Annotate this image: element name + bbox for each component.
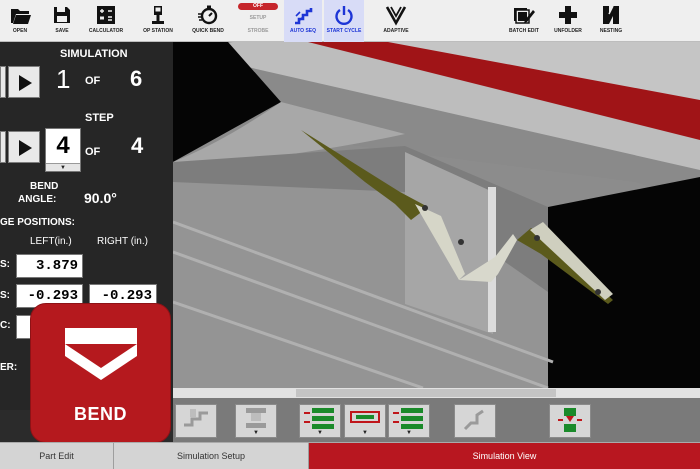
- bend-badge: BEND: [30, 303, 171, 443]
- power-icon: [335, 6, 353, 25]
- auto-seq-button[interactable]: AUTO SEQ: [284, 0, 322, 42]
- simulation-play-button[interactable]: [8, 66, 40, 98]
- left-header: LEFT(in.): [30, 236, 72, 247]
- gauge-step-button[interactable]: [175, 404, 217, 438]
- simulation-title: SIMULATION: [60, 48, 128, 60]
- sequence-list-alt-button[interactable]: ▼: [388, 404, 430, 438]
- view-tabs: Part Edit Simulation Setup Simulation Vi…: [0, 442, 700, 469]
- tab-simulation-setup[interactable]: Simulation Setup: [114, 443, 309, 469]
- auto-seq-label: AUTO SEQ: [289, 28, 317, 34]
- bend-logo-icon: [65, 328, 137, 380]
- simulation-total: 6: [130, 66, 143, 91]
- step-title: STEP: [85, 112, 114, 124]
- part-hole: [458, 239, 464, 245]
- adaptive-v-icon: [385, 6, 407, 26]
- batch-edit-button[interactable]: BATCH EDIT: [503, 0, 545, 42]
- part-hole: [595, 289, 601, 295]
- auto-sequence-stairs-icon: [295, 8, 313, 25]
- machine-view-button[interactable]: [549, 404, 591, 438]
- bend-app: OPEN SAVE CALCULATOR OP STATION QUICK BE…: [0, 0, 700, 469]
- view-toolbar: ▼ ▼ ▼ ▼: [173, 398, 700, 442]
- step-play-button[interactable]: [8, 131, 40, 163]
- scrollbar-thumb[interactable]: [296, 389, 556, 397]
- gauge-row-label: C:: [0, 320, 11, 331]
- dark-opening-right: [548, 177, 700, 388]
- chevron-down-icon[interactable]: ▼: [46, 163, 80, 171]
- step-total: 4: [131, 133, 144, 158]
- strobe-button[interactable]: OFF SETUP STROBE: [236, 0, 280, 42]
- calculator-button[interactable]: CALCULATOR: [84, 0, 128, 42]
- setup-label: SETUP: [249, 15, 267, 21]
- part-hole: [534, 235, 540, 241]
- adaptive-button[interactable]: ADAPTIVE: [374, 0, 418, 42]
- operator-station-icon: [152, 6, 164, 24]
- bend-angle-value: 90.0°: [84, 190, 117, 206]
- start-cycle-button[interactable]: START CYCLE: [324, 0, 364, 42]
- machine-view-icon: [558, 408, 582, 432]
- chevron-down-icon[interactable]: ▼: [362, 430, 368, 436]
- open-label: OPEN: [12, 28, 28, 34]
- gauge-row-label: S:: [0, 290, 10, 301]
- tool-layout-icon: [246, 408, 266, 428]
- chevron-down-icon[interactable]: ▼: [317, 430, 323, 436]
- unfolder-label: UNFOLDER: [554, 28, 582, 34]
- left-gauge-field[interactable]: 3.879: [16, 254, 83, 278]
- right-header: RIGHT (in.): [97, 236, 148, 247]
- simulation-viewport[interactable]: [173, 42, 700, 388]
- unfolder-cross-icon: [559, 6, 577, 24]
- chevron-down-icon[interactable]: ▼: [253, 430, 259, 436]
- partial-label: ER:: [0, 362, 18, 373]
- chevron-down-icon[interactable]: ▼: [406, 430, 412, 436]
- strobe-toggle[interactable]: OFF: [238, 3, 278, 10]
- nesting-label: NESTING: [599, 28, 623, 34]
- save-button[interactable]: SAVE: [43, 0, 81, 42]
- tab-part-edit[interactable]: Part Edit: [0, 443, 114, 469]
- bend-angle-label-1: BEND: [30, 181, 59, 192]
- simulation-prev-button[interactable]: [0, 66, 6, 98]
- floppy-disk-icon: [54, 7, 70, 23]
- gauge-positions-title: GE POSITIONS:: [0, 217, 76, 228]
- adaptive-label: ADAPTIVE: [383, 28, 409, 34]
- sequence-list-icon: [393, 408, 423, 429]
- bend-preview-button[interactable]: [454, 404, 496, 438]
- bend-angle-label-2: ANGLE:: [18, 194, 57, 205]
- horizontal-scrollbar[interactable]: [173, 388, 700, 398]
- save-label: SAVE: [55, 28, 69, 34]
- gauge-row-label: S:: [0, 259, 10, 270]
- sequence-list-icon: [304, 408, 334, 429]
- tool-station-icon: [350, 411, 380, 423]
- start-cycle-label: START CYCLE: [326, 28, 362, 34]
- badge-label: BEND: [73, 404, 127, 424]
- batch-edit-label: BATCH EDIT: [509, 28, 539, 34]
- sequence-list-button[interactable]: ▼: [299, 404, 341, 438]
- part-hole: [422, 205, 428, 211]
- open-button[interactable]: OPEN: [0, 0, 40, 42]
- step-current: 4: [56, 132, 70, 159]
- unfolder-button[interactable]: UNFOLDER: [548, 0, 588, 42]
- simulation-current: 1: [56, 64, 71, 94]
- gauge-step-icon: [184, 409, 208, 427]
- bend-preview-icon: [463, 409, 484, 431]
- step-selector[interactable]: 4 ▼: [45, 128, 81, 172]
- tool-layout-button[interactable]: ▼: [235, 404, 277, 438]
- stopwatch-icon: [198, 5, 218, 25]
- strobe-label: STROBE: [247, 28, 269, 34]
- nesting-icon: [603, 5, 619, 24]
- step-prev-button[interactable]: [0, 131, 6, 163]
- nesting-button[interactable]: NESTING: [592, 0, 630, 42]
- simulation-of-label: OF: [85, 75, 101, 87]
- bend-simulation-scene: [173, 42, 700, 388]
- step-of-label: OF: [85, 146, 101, 158]
- toolbar: OPEN SAVE CALCULATOR OP STATION QUICK BE…: [0, 0, 700, 42]
- op-station-label: OP STATION: [143, 28, 173, 34]
- tab-simulation-view[interactable]: Simulation View: [309, 443, 700, 469]
- quick-bend-label: QUICK BEND: [192, 28, 224, 34]
- folder-open-icon: [11, 9, 31, 24]
- batch-edit-icon: [514, 8, 535, 24]
- tool-station-button[interactable]: ▼: [344, 404, 386, 438]
- calculator-label: CALCULATOR: [88, 28, 124, 34]
- quick-bend-button[interactable]: QUICK BEND: [186, 0, 230, 42]
- op-station-button[interactable]: OP STATION: [137, 0, 179, 42]
- calculator-icon: [97, 6, 115, 24]
